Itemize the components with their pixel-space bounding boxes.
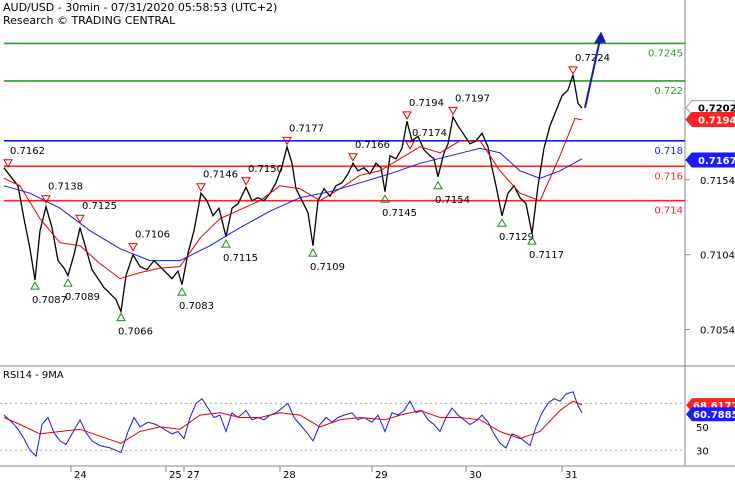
date-tick-label: 30 (469, 470, 482, 480)
trough-label: 0.7129 (499, 232, 534, 243)
price-tick-label: 0.7154 (700, 176, 735, 187)
trough-label: 0.7083 (179, 301, 214, 312)
trough-label: 0.7154 (435, 195, 470, 206)
rsi-label: RSI14 - 9MA (3, 370, 64, 381)
rsi-ma-line (3, 400, 583, 444)
price-tag-label: 0.71942 (698, 116, 735, 127)
peak-label: 0.7146 (203, 170, 238, 181)
price-axis: 0.7154 0.7104 0.7054 (685, 176, 735, 337)
peak-label: 0.7174 (412, 128, 447, 139)
trough-label: 0.7089 (65, 292, 100, 303)
date-axis: 24 25 27 28 29 30 31 (70, 466, 578, 480)
chart-canvas: AUD/USD - 30min - 07/31/2020 05:58:53 (U… (0, 0, 735, 480)
level-label: 0.7245 (648, 48, 683, 59)
level-label: 0.722 (654, 86, 683, 97)
trough-label: 0.7066 (118, 327, 153, 338)
rsi-tick-label: 30 (696, 446, 709, 457)
peak-label: 0.7138 (48, 182, 83, 193)
peak-label: 0.7194 (409, 98, 444, 109)
peak-label: 0.7197 (455, 93, 490, 104)
rsi-line (3, 391, 583, 458)
rsi-panel: 503068.617760.7885 (0, 391, 735, 458)
trough-label: 0.7145 (382, 208, 417, 219)
chart-title: AUD/USD - 30min - 07/31/2020 05:58:53 (U… (3, 1, 277, 14)
trough-label: 0.7115 (223, 253, 258, 264)
level-label: 0.718 (654, 146, 683, 157)
peak-label: 0.7162 (10, 146, 45, 157)
trough-label: 0.7109 (310, 262, 345, 273)
peak-label: 0.7106 (135, 230, 170, 241)
price-tag-label: 0.71672 (698, 156, 735, 167)
level-label: 0.714 (654, 206, 683, 217)
price-tags: 0.720220.719420.71672 (685, 100, 735, 168)
date-tick-label: 28 (283, 470, 296, 480)
chart-subtitle: Research © TRADING CENTRAL (3, 14, 176, 27)
price-tick-label: 0.7104 (700, 251, 735, 262)
peak-label: 0.7177 (289, 123, 324, 134)
date-tick-label: 27 (187, 470, 200, 480)
date-tick-label: 24 (74, 470, 87, 480)
peak-label: 0.7224 (575, 53, 610, 64)
price-tick-label: 0.7054 (700, 326, 735, 337)
trough-label: 0.7117 (529, 250, 564, 261)
rsi-tick-label: 50 (696, 423, 709, 434)
peak-label: 0.7125 (82, 201, 117, 212)
date-tick-label: 25 (169, 470, 182, 480)
rsi-tag-label: 60.7885 (693, 410, 735, 421)
date-tick-label: 29 (375, 470, 388, 480)
peak-label: 0.7166 (355, 140, 390, 151)
peak-label: 0.7150 (248, 164, 283, 175)
level-label: 0.716 (654, 171, 683, 182)
date-tick-label: 31 (565, 470, 578, 480)
trough-label: 0.7087 (32, 295, 67, 306)
